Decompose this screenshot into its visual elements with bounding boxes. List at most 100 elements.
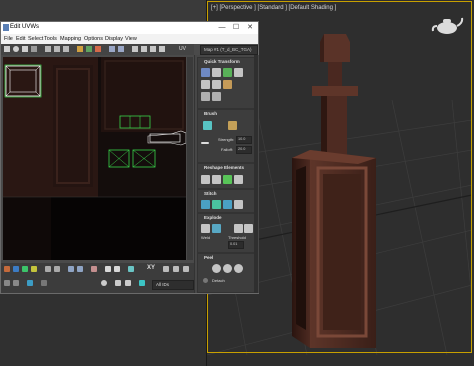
face-icon[interactable]	[95, 46, 101, 52]
reshape-settings-icon[interactable]	[234, 175, 243, 184]
quick-transform-title[interactable]: Quick Transform	[204, 59, 240, 64]
vertex-icon[interactable]	[77, 46, 83, 52]
poly-select-icon[interactable]	[31, 266, 37, 272]
align-horizontal-icon[interactable]	[201, 68, 210, 77]
snap-toggle-icon[interactable]	[115, 280, 121, 286]
menu-mapping[interactable]: Mapping	[60, 36, 81, 42]
freeform-icon[interactable]	[31, 46, 37, 52]
falloff-spinner[interactable]: 20.0	[236, 146, 252, 154]
xy-toggle[interactable]: XY	[147, 265, 155, 271]
relax-icon[interactable]	[212, 175, 221, 184]
pan-icon[interactable]	[132, 46, 138, 52]
grid-icon[interactable]	[118, 46, 124, 52]
reshape-title[interactable]: Reshape Elements	[204, 165, 244, 170]
paint-select-icon[interactable]	[114, 266, 120, 272]
filter-icon[interactable]	[27, 280, 33, 286]
menu-file[interactable]: File	[4, 36, 13, 42]
stitch-target-icon[interactable]	[212, 200, 221, 209]
flip-horizontal-icon[interactable]	[201, 92, 210, 101]
weld-selected-icon[interactable]	[244, 224, 253, 233]
stitch-average-icon[interactable]	[223, 200, 232, 209]
element-select-icon[interactable]	[4, 266, 10, 272]
minimize-button[interactable]: —	[216, 23, 228, 33]
stitch-source-icon[interactable]	[201, 200, 210, 209]
stitch-title[interactable]: Stitch	[204, 191, 217, 196]
stitch-custom-icon[interactable]	[234, 200, 243, 209]
coord-u-icon[interactable]	[163, 266, 169, 272]
coord-v-icon[interactable]	[173, 266, 179, 272]
menu-display[interactable]: Display	[105, 36, 123, 42]
pin-icon[interactable]	[234, 264, 243, 273]
edge-select-icon[interactable]	[22, 266, 28, 272]
paint-move-icon[interactable]	[203, 121, 212, 130]
flip-vertical-icon[interactable]	[212, 92, 221, 101]
coord-w-icon[interactable]	[183, 266, 189, 272]
lock-selection-icon[interactable]	[4, 280, 10, 286]
window-titlebar[interactable]: Edit UVWs — ☐ ✕	[1, 22, 258, 34]
move-icon[interactable]	[4, 46, 10, 52]
menu-tools[interactable]: Tools	[44, 36, 57, 42]
target-icon[interactable]	[101, 280, 107, 286]
texel-lock-icon[interactable]	[41, 280, 47, 286]
scale-icon[interactable]	[22, 46, 28, 52]
peel-title[interactable]: Peel	[204, 255, 213, 260]
detach-checkbox[interactable]	[203, 278, 208, 283]
break-icon[interactable]	[201, 224, 210, 233]
ring-icon[interactable]	[77, 266, 83, 272]
select-by-element-icon[interactable]	[105, 266, 111, 272]
menu-view[interactable]: View	[125, 36, 137, 42]
spacing-icon[interactable]	[234, 68, 243, 77]
grow-icon[interactable]	[45, 266, 51, 272]
weld-all-icon[interactable]	[234, 224, 243, 233]
viewport-label[interactable]: [+] [Perspective ] [Standard ] [Default …	[211, 5, 336, 11]
snap-icon[interactable]	[63, 46, 69, 52]
align-vertical-icon[interactable]	[212, 68, 221, 77]
edge-icon[interactable]	[86, 46, 92, 52]
map-dropdown[interactable]: Map #1 (T_d_BC_TGA)	[200, 45, 258, 55]
uv-axis-selector[interactable]: UV	[179, 46, 186, 52]
explode-icon[interactable]	[212, 224, 221, 233]
relax-brush-icon[interactable]	[228, 121, 237, 130]
zoom-icon[interactable]	[141, 46, 147, 52]
uv-canvas-scrollbar[interactable]	[187, 57, 193, 260]
lock-icon[interactable]	[159, 46, 165, 52]
strength-spinner[interactable]: 10.0	[236, 136, 252, 144]
loop-icon[interactable]	[68, 266, 74, 272]
rotate-ccw-icon[interactable]	[201, 80, 210, 89]
shrink-icon[interactable]	[54, 266, 60, 272]
uv-editor-canvas[interactable]	[3, 57, 186, 260]
brush-size-icon[interactable]	[201, 142, 209, 144]
vertex-select-icon[interactable]	[13, 266, 19, 272]
close-button[interactable]: ✕	[244, 23, 256, 33]
teapot-icon[interactable]	[430, 14, 464, 36]
menu-edit[interactable]: Edit	[16, 36, 25, 42]
brush-title[interactable]: Brush	[204, 111, 217, 116]
ids-dropdown[interactable]: All IDs	[152, 280, 194, 290]
soft-select-icon[interactable]	[91, 266, 97, 272]
edit-uvws-window[interactable]: Edit UVWs — ☐ ✕ File Edit Select Tools M…	[0, 21, 259, 294]
reshape-square-icon[interactable]	[223, 175, 232, 184]
bottle-3d-model[interactable]	[288, 30, 378, 350]
peel-mode-icon[interactable]	[223, 264, 232, 273]
maximize-button[interactable]: ☐	[230, 23, 242, 33]
show-grid-icon[interactable]	[139, 280, 145, 286]
mirror-icon[interactable]	[45, 46, 51, 52]
quick-peel-icon[interactable]	[212, 264, 221, 273]
straighten-selection-icon[interactable]	[201, 175, 210, 184]
straighten-icon[interactable]	[223, 68, 232, 77]
zoom-extents-icon[interactable]	[150, 46, 156, 52]
rotate-cw-icon[interactable]	[212, 80, 221, 89]
explode-title[interactable]: Explode	[204, 215, 222, 220]
rotate-90-icon[interactable]	[223, 80, 232, 89]
panel-scrollbar[interactable]	[254, 55, 258, 293]
pixel-snap-icon[interactable]	[125, 280, 131, 286]
menu-select[interactable]: Select	[28, 36, 43, 42]
ignore-backfacing-icon[interactable]	[128, 266, 134, 272]
flip-icon[interactable]	[54, 46, 60, 52]
brush-rollout: Brush Strength: 10.0 Falloff: 20.0	[197, 109, 257, 163]
menu-options[interactable]: Options	[84, 36, 103, 42]
threshold-spinner[interactable]: 0.01	[228, 241, 244, 249]
isolate-icon[interactable]	[13, 280, 19, 286]
show-map-icon[interactable]	[109, 46, 115, 52]
rotate-icon[interactable]	[13, 46, 19, 52]
